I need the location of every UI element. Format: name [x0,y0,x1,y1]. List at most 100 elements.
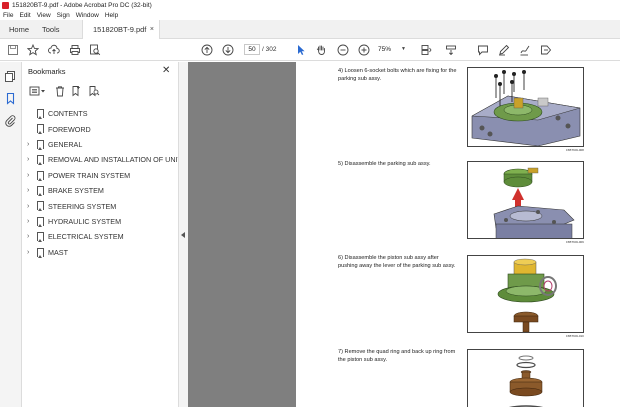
chevron-right-icon[interactable]: › [27,172,33,179]
new-bookmark-icon[interactable] [70,85,82,97]
figure-code: 15BT9OL008 [566,148,584,152]
previous-page-icon[interactable] [200,43,214,57]
tab-document-label: 151820BT-9.pdf [93,25,147,34]
toolbar: 50 / 302 75% ▼ [0,39,620,61]
bookmark-label: BRAKE SYSTEM [48,186,104,196]
upload-cloud-icon[interactable] [47,43,61,57]
draw-icon[interactable] [518,43,532,57]
bookmark-mast[interactable]: › MAST [22,245,178,260]
step-5-text: 5) Disassemble the parking sub assy. [338,161,431,167]
bookmark-label: POWER TRAIN SYSTEM [48,170,131,180]
bookmark-icon [37,201,44,212]
close-tab-icon[interactable]: × [150,26,154,33]
save-icon[interactable] [6,43,20,57]
select-cursor-icon[interactable] [294,43,308,57]
zoom-select[interactable]: 75% ▼ [378,44,408,55]
bookmark-icon [37,247,44,258]
figure-code: 15BT9OL010 [566,334,584,338]
close-icon[interactable]: ✕ [162,65,170,76]
chevron-down-icon: ▼ [401,46,406,52]
bookmark-label: FOREWORD [48,124,91,134]
parking-bolts-illustration [471,70,581,146]
menu-bar: File Edit View Sign Window Help [0,11,620,20]
figure-parking-bolts [467,67,584,147]
title-bar: 151820BT-9.pdf - Adobe Acrobat Pro DC (3… [0,0,620,11]
delete-bookmark-icon[interactable] [54,85,66,97]
navigation-pane-strip [0,62,22,407]
bookmark-foreword[interactable]: FOREWORD [22,121,178,136]
highlight-pen-icon[interactable] [497,43,511,57]
find-bookmark-icon[interactable] [88,85,100,97]
zoom-in-icon[interactable] [357,43,371,57]
step-7-text: 7) Remove the quad ring and back up ring… [338,349,456,363]
bookmark-removal-installation[interactable]: › REMOVAL AND INSTALLATION OF UNIT [22,152,182,167]
bookmark-steering-system[interactable]: › STEERING SYSTEM [22,198,178,213]
bookmark-icon [37,139,44,150]
options-menu-icon[interactable] [29,85,46,97]
bookmark-label: GENERAL [48,139,83,149]
menu-help[interactable]: Help [105,12,118,19]
document-viewer[interactable]: 4) Loosen 6-socket bolts which are fixin… [188,62,620,407]
menu-window[interactable]: Window [76,12,99,19]
window-title: 151820BT-9.pdf - Adobe Acrobat Pro DC (3… [12,2,152,9]
bookmark-icon [37,216,44,227]
panel-splitter[interactable] [178,62,188,407]
scroll-mode-icon[interactable] [444,43,458,57]
page-layout-icon[interactable] [419,43,433,57]
pdf-page: 4) Loosen 6-socket bolts which are fixin… [296,62,620,407]
quad-ring-illustration [508,355,544,407]
bookmark-contents[interactable]: CONTENTS [22,106,178,121]
fill-sign-icon[interactable] [539,43,553,57]
attachments-icon[interactable] [4,114,17,127]
panel-title: Bookmarks [28,67,66,76]
hand-tool-icon[interactable] [314,43,328,57]
bookmark-icon [37,155,44,166]
bookmark-electrical-system[interactable]: › ELECTRICAL SYSTEM [22,229,178,244]
bookmark-icon [37,109,44,119]
zoom-out-icon[interactable] [336,43,350,57]
search-icon[interactable] [88,43,102,57]
tab-tools[interactable]: Tools [42,20,60,39]
menu-view[interactable]: View [37,12,51,19]
figure-quad-ring [467,349,584,407]
bookmark-power-train[interactable]: › POWER TRAIN SYSTEM [22,168,178,183]
chevron-right-icon[interactable]: › [27,141,33,148]
step-6-text: 6) Disassemble the piston sub assy after… [338,255,456,269]
chevron-right-icon[interactable]: › [27,233,33,240]
next-page-icon[interactable] [221,43,235,57]
bookmarks-toolbar [22,82,178,100]
collapse-panel-icon[interactable] [181,232,185,238]
page-number-input[interactable]: 50 [244,44,260,55]
menu-sign[interactable]: Sign [57,12,70,19]
bookmark-general[interactable]: › GENERAL [22,137,178,152]
step-4-text: 4) Loosen 6-socket bolts which are fixin… [338,68,457,82]
menu-edit[interactable]: Edit [19,12,30,19]
chevron-right-icon[interactable]: › [27,203,33,210]
tab-bar: Home Tools 151820BT-9.pdf × [0,20,620,39]
bookmark-label: MAST [48,247,68,257]
chevron-right-icon[interactable]: › [27,187,33,194]
bookmark-list: CONTENTS FOREWORD › GENERAL › REMOVAL AN… [22,106,182,260]
bookmark-label: HYDRAULIC SYSTEM [48,216,122,226]
zoom-value: 75% [378,46,392,53]
bookmark-brake-system[interactable]: › BRAKE SYSTEM [22,183,178,198]
figure-parking-sub-assy [467,161,584,239]
bookmarks-nav-icon[interactable] [4,92,17,105]
bookmark-label: STEERING SYSTEM [48,201,117,211]
page-total: / 302 [262,46,277,53]
bookmark-icon [37,124,44,135]
bookmark-star-icon[interactable] [26,43,40,57]
piston-sub-assy-illustration [497,258,557,332]
menu-file[interactable]: File [3,12,13,19]
print-icon[interactable] [68,43,82,57]
chevron-right-icon[interactable]: › [27,156,33,163]
tab-home[interactable]: Home [9,20,29,39]
bookmark-label: CONTENTS [48,109,88,119]
acrobat-logo-icon [2,2,9,9]
comment-icon[interactable] [476,43,490,57]
chevron-right-icon[interactable]: › [27,218,33,225]
bookmark-hydraulic-system[interactable]: › HYDRAULIC SYSTEM [22,214,178,229]
chevron-right-icon[interactable]: › [27,249,33,256]
tab-document[interactable]: 151820BT-9.pdf × [82,20,160,39]
page-thumbnails-icon[interactable] [4,70,17,83]
